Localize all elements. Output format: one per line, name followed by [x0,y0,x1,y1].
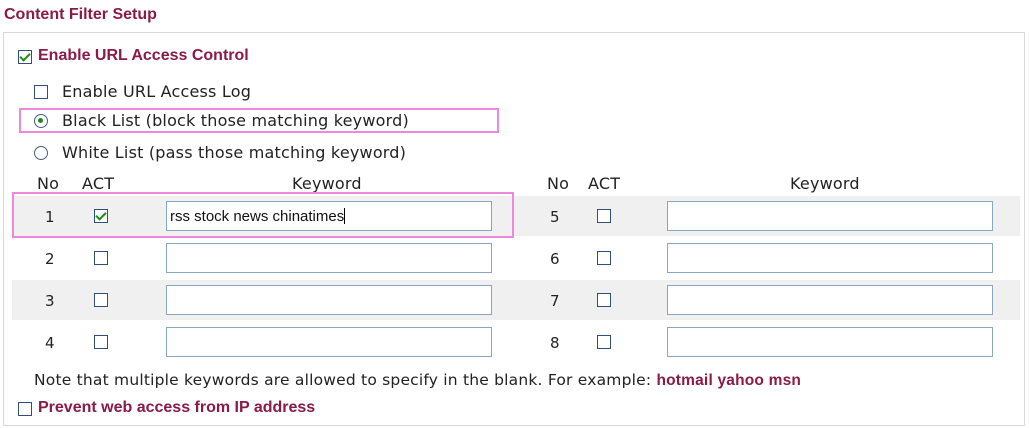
row-number: 8 [550,334,560,352]
enable-url-access-control-label: Enable URL Access Control [38,47,249,64]
keyword-input[interactable] [166,243,492,273]
row-number: 4 [45,334,55,352]
header-no-right: No [547,174,570,193]
row-number: 7 [550,292,560,310]
keyword-note-text: Note that multiple keywords are allowed … [34,371,657,389]
keyword-input[interactable] [166,285,492,315]
header-no-left: No [37,174,60,193]
header-keyword-left: Keyword [292,174,362,193]
act-checkbox[interactable] [597,335,611,349]
row-number: 2 [45,250,55,268]
keyword-input[interactable] [667,327,993,357]
row-number: 5 [550,208,560,226]
act-checkbox[interactable] [94,335,108,349]
prevent-ip-access-label: Prevent web access from IP address [38,399,316,416]
keyword-input[interactable] [166,327,492,357]
row1-highlight [12,192,514,238]
prevent-ip-access-checkbox[interactable] [18,402,32,416]
act-checkbox[interactable] [94,251,108,265]
act-checkbox[interactable] [94,293,108,307]
act-checkbox[interactable] [597,209,611,223]
black-list-radio[interactable] [34,114,48,128]
act-checkbox[interactable] [597,293,611,307]
white-list-radio[interactable] [34,146,48,160]
header-act-right: ACT [588,174,621,193]
header-keyword-right: Keyword [790,174,860,193]
page-title: Content Filter Setup [4,6,157,23]
white-list-label: White List (pass those matching keyword) [62,143,407,162]
enable-url-access-log-label: Enable URL Access Log [62,82,252,101]
row-number: 3 [45,292,55,310]
enable-url-access-control-checkbox[interactable] [18,50,32,64]
row-number: 6 [550,250,560,268]
keyword-input[interactable] [667,285,993,315]
black-list-label: Black List (block those matching keyword… [62,111,409,130]
keyword-input[interactable] [667,201,993,231]
enable-url-access-log-checkbox[interactable] [34,85,48,99]
keyword-input[interactable] [667,243,993,273]
header-act-left: ACT [82,174,115,193]
keyword-note: Note that multiple keywords are allowed … [34,371,801,390]
keyword-note-example: hotmail yahoo msn [656,372,802,389]
act-checkbox[interactable] [597,251,611,265]
